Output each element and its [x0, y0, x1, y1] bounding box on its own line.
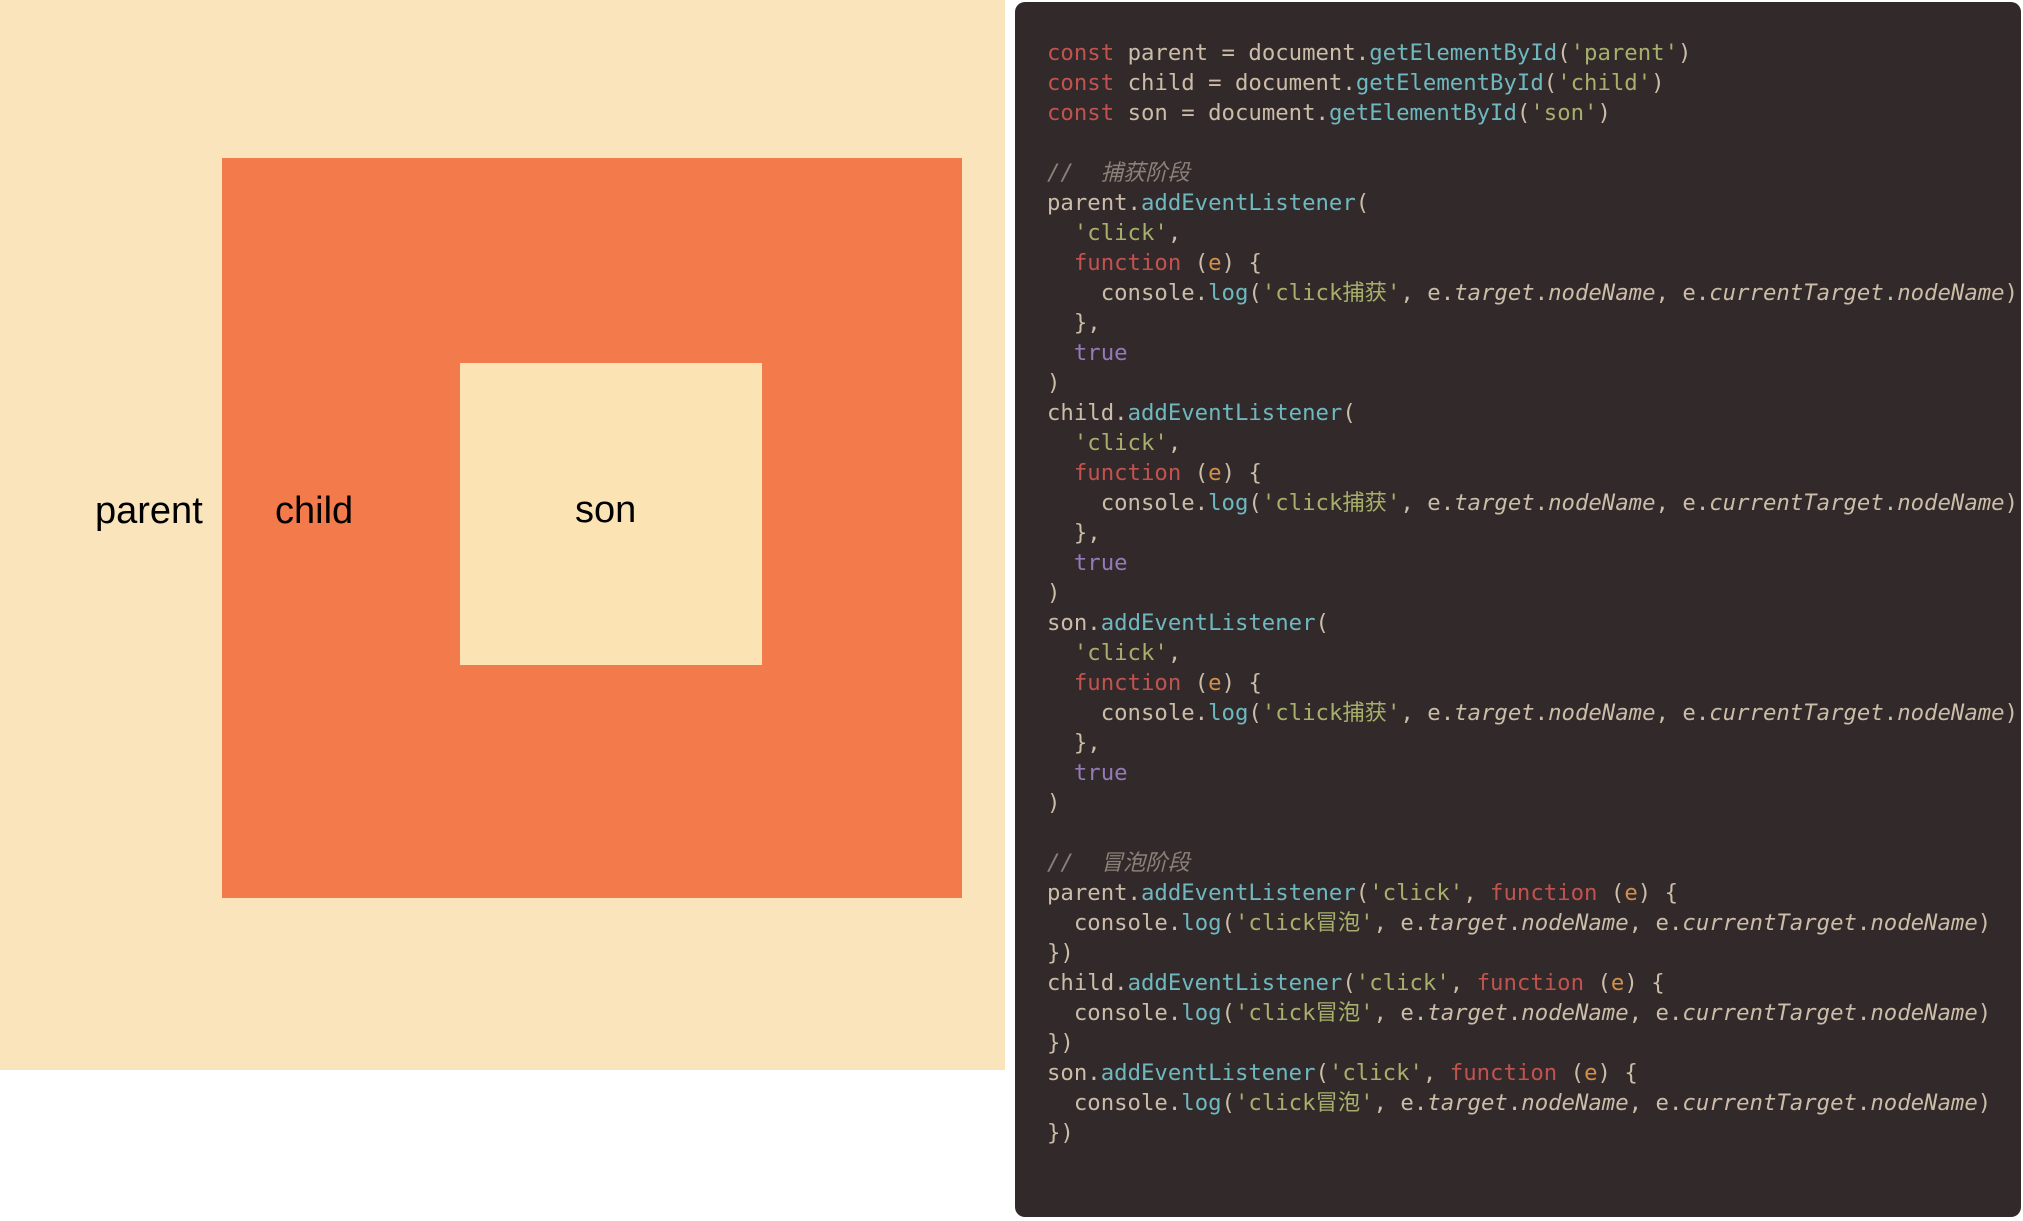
- code-son-capture-4: console.log('click捕获', e.target.nodeName…: [1047, 698, 1989, 728]
- code-child-capture-3: function (e) {: [1047, 458, 1989, 488]
- code-parent-bubble-1: parent.addEventListener('click', functio…: [1047, 878, 1989, 908]
- code-child-capture-5: },: [1047, 518, 1989, 548]
- code-son-bubble-2: console.log('click冒泡', e.target.nodeName…: [1047, 1088, 1989, 1118]
- code-son-bubble-1: son.addEventListener('click', function (…: [1047, 1058, 1989, 1088]
- code-child-bubble-3: }): [1047, 1028, 1989, 1058]
- code-son-capture-2: 'click',: [1047, 638, 1989, 668]
- code-child-bubble-2: console.log('click冒泡', e.target.nodeName…: [1047, 998, 1989, 1028]
- code-parent-capture-6: true: [1047, 338, 1989, 368]
- code-parent-capture-5: },: [1047, 308, 1989, 338]
- son-box[interactable]: son: [460, 363, 762, 665]
- code-parent-bubble-2: console.log('click冒泡', e.target.nodeName…: [1047, 908, 1989, 938]
- son-label: son: [575, 489, 636, 532]
- parent-label: parent: [95, 490, 203, 533]
- code-parent-capture-7: ): [1047, 368, 1989, 398]
- code-child-capture-7: ): [1047, 578, 1989, 608]
- code-child-bubble-1: child.addEventListener('click', function…: [1047, 968, 1989, 998]
- code-parent-capture-3: function (e) {: [1047, 248, 1989, 278]
- code-line-2: const child = document.getElementById('c…: [1047, 68, 1989, 98]
- code-blank-2: [1047, 818, 1989, 848]
- code-son-capture-3: function (e) {: [1047, 668, 1989, 698]
- code-panel: const parent = document.getElementById('…: [1015, 2, 2021, 1217]
- code-blank-1: [1047, 128, 1989, 158]
- code-son-capture-7: ): [1047, 788, 1989, 818]
- code-parent-capture-4: console.log('click捕获', e.target.nodeName…: [1047, 278, 1989, 308]
- code-line-3: const son = document.getElementById('son…: [1047, 98, 1989, 128]
- code-comment-2: // 冒泡阶段: [1047, 848, 1989, 878]
- code-parent-capture-2: 'click',: [1047, 218, 1989, 248]
- code-son-bubble-3: }): [1047, 1118, 1989, 1148]
- code-child-capture-1: child.addEventListener(: [1047, 398, 1989, 428]
- code-parent-capture-1: parent.addEventListener(: [1047, 188, 1989, 218]
- child-label: child: [275, 490, 353, 533]
- code-son-capture-5: },: [1047, 728, 1989, 758]
- code-child-capture-4: console.log('click捕获', e.target.nodeName…: [1047, 488, 1989, 518]
- code-parent-bubble-3: }): [1047, 938, 1989, 968]
- child-box[interactable]: child son: [222, 158, 962, 898]
- parent-box[interactable]: parent child son: [0, 0, 1005, 1070]
- code-child-capture-6: true: [1047, 548, 1989, 578]
- code-line-1: const parent = document.getElementById('…: [1047, 38, 1989, 68]
- code-son-capture-1: son.addEventListener(: [1047, 608, 1989, 638]
- code-son-capture-6: true: [1047, 758, 1989, 788]
- code-comment-1: // 捕获阶段: [1047, 158, 1989, 188]
- code-child-capture-2: 'click',: [1047, 428, 1989, 458]
